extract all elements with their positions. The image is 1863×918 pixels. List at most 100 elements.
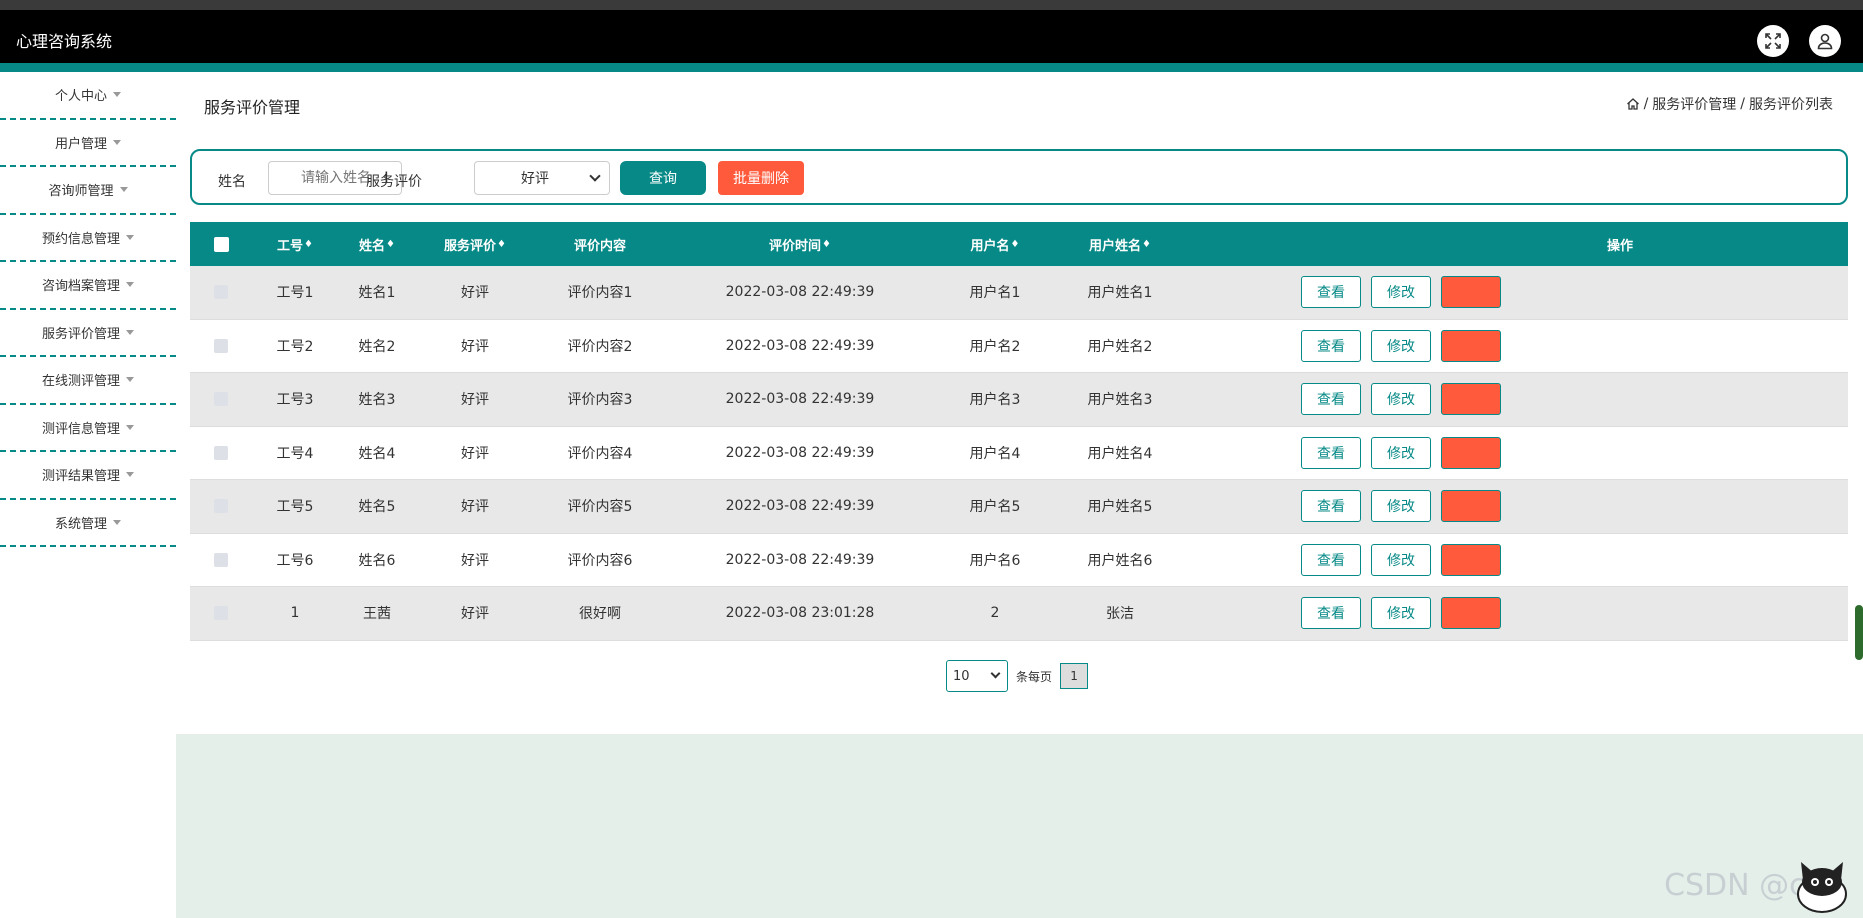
cell-shijian: 2022-03-08 22:49:39	[725, 551, 875, 568]
sort-icon: ♦	[386, 238, 395, 250]
sidebar-item-user-management[interactable]: 用户管理	[0, 120, 176, 167]
cell-yonghuxingming: 用户姓名1	[1087, 285, 1153, 302]
delete-button[interactable]: 删除	[1441, 597, 1501, 630]
caret-down-icon	[126, 472, 134, 478]
row-checkbox[interactable]	[214, 392, 228, 407]
view-button[interactable]: 查看	[1301, 543, 1361, 576]
breadcrumb-item-service-review[interactable]: 服务评价管理	[1652, 94, 1736, 114]
select-all-checkbox[interactable]	[213, 236, 229, 252]
delete-button[interactable]: 删除	[1441, 383, 1501, 416]
cell-yonghuxingming: 张洁	[1106, 606, 1134, 623]
view-button[interactable]: 查看	[1301, 276, 1361, 309]
action-group: 查看 修改 删除	[1301, 276, 1511, 309]
sidebar-item-label: 咨询档案管理	[41, 279, 120, 295]
cell-pingjia: 好评	[461, 499, 489, 516]
view-button[interactable]: 查看	[1301, 329, 1361, 362]
sidebar-item-label: 用户管理	[54, 136, 107, 152]
window-top-strip	[0, 0, 1863, 10]
sort-icon: ♦	[1142, 238, 1151, 250]
delete-button[interactable]: 删除	[1441, 490, 1501, 523]
cell-yonghuming: 用户名1	[969, 285, 1021, 302]
sidebar-item-service-review-management[interactable]: 服务评价管理	[0, 310, 176, 357]
caret-down-icon	[126, 234, 134, 240]
delete-button[interactable]: 删除	[1441, 276, 1501, 309]
header-username[interactable]: 用户名 ♦	[950, 222, 1040, 266]
cell-neirong: 评价内容3	[567, 392, 633, 409]
page-title: 服务评价管理	[204, 98, 301, 117]
header-label: 评价时间	[769, 238, 822, 254]
action-group: 查看 修改 删除	[1301, 329, 1511, 362]
edit-button[interactable]: 修改	[1371, 436, 1431, 469]
sidebar-item-assessment-result-management[interactable]: 测评结果管理	[0, 452, 176, 500]
sidebar-item-archive-management[interactable]: 咨询档案管理	[0, 262, 176, 310]
page-number-button[interactable]: 1	[1060, 663, 1089, 689]
edit-button[interactable]: 修改	[1371, 543, 1431, 576]
row-checkbox[interactable]	[214, 552, 228, 567]
sort-icon: ♦	[304, 238, 313, 250]
cell-pingjia: 好评	[461, 285, 489, 302]
table-header: 工号 ♦ 姓名 ♦ 服务评价 ♦ 评价内容 评价时间 ♦ 用户名 ♦ 用户姓名 ♦ 操作	[190, 222, 1848, 266]
query-button[interactable]: 查询	[620, 161, 706, 195]
cell-yonghuming: 用户名3	[969, 392, 1021, 409]
edit-button[interactable]: 修改	[1371, 329, 1431, 362]
view-button[interactable]: 查看	[1301, 436, 1361, 469]
row-checkbox[interactable]	[214, 445, 228, 460]
table-row: 工号3 姓名3 好评 评价内容3 2022-03-08 22:49:39 用户名3 用户姓名…	[190, 373, 1848, 427]
row-actions: 查看 修改 删除	[1296, 480, 1516, 533]
cell-xingming: 姓名2	[358, 338, 396, 355]
header-gonghao[interactable]: 工号 ♦	[260, 222, 330, 266]
home-icon[interactable]	[1626, 97, 1640, 111]
row-actions: 查看 修改 删除	[1296, 320, 1516, 373]
row-checkbox[interactable]	[214, 606, 228, 621]
header-user-fullname[interactable]: 用户姓名 ♦	[1060, 222, 1180, 266]
caret-down-icon	[126, 424, 134, 430]
header-content: 评价内容	[540, 222, 660, 266]
sidebar-item-online-assessment-management[interactable]: 在线测评管理	[0, 357, 176, 405]
row-select-cell	[200, 427, 242, 480]
row-actions: 查看 修改 删除	[1296, 373, 1516, 426]
table-row: 工号6 姓名6 好评 评价内容6 2022-03-08 22:49:39 用户名6 用户姓名…	[190, 533, 1848, 587]
user-button[interactable]	[1809, 25, 1841, 57]
edit-button[interactable]: 修改	[1371, 597, 1431, 630]
row-checkbox[interactable]	[214, 285, 228, 300]
scrollbar-thumb[interactable]	[1855, 605, 1863, 660]
edit-button[interactable]: 修改	[1371, 276, 1431, 309]
cell-gonghao: 工号6	[276, 552, 314, 569]
sidebar-item-counselor-management[interactable]: 咨询师管理	[0, 167, 176, 215]
delete-button[interactable]: 删除	[1441, 329, 1501, 362]
sidebar-item-label: 预约信息管理	[41, 231, 120, 247]
rating-select[interactable]: 好评	[474, 161, 610, 195]
caret-down-icon	[113, 519, 121, 525]
view-button[interactable]: 查看	[1301, 490, 1361, 523]
header-name[interactable]: 姓名 ♦	[342, 222, 412, 266]
row-checkbox[interactable]	[214, 338, 228, 353]
cell-yonghuxingming: 用户姓名5	[1087, 499, 1153, 516]
fullscreen-button[interactable]	[1757, 25, 1789, 57]
edit-button[interactable]: 修改	[1371, 383, 1431, 416]
header-time[interactable]: 评价时间 ♦	[720, 222, 880, 266]
header-label: 操作	[1606, 238, 1633, 254]
sidebar-item-label: 测评结果管理	[41, 469, 120, 485]
sidebar-item-personal-center[interactable]: 个人中心	[0, 72, 176, 120]
sidebar-item-assessment-info-management[interactable]: 测评信息管理	[0, 405, 176, 452]
batch-delete-button[interactable]: 批量删除	[718, 161, 804, 195]
cell-gonghao: 工号1	[276, 285, 314, 302]
view-button[interactable]: 查看	[1301, 597, 1361, 630]
table-row: 工号4 姓名4 好评 评价内容4 2022-03-08 22:49:39 用户名4 用户姓名…	[190, 426, 1848, 480]
row-checkbox[interactable]	[214, 499, 228, 514]
delete-button[interactable]: 删除	[1441, 436, 1501, 469]
page-size-select[interactable]: 10	[946, 660, 1008, 692]
table-row: 工号5 姓名5 好评 评价内容5 2022-03-08 22:49:39 用户名5 用户姓名…	[190, 480, 1848, 534]
cell-gonghao: 工号5	[276, 499, 314, 516]
edit-button[interactable]: 修改	[1371, 490, 1431, 523]
breadcrumb-separator: /	[1643, 96, 1649, 112]
sidebar-item-appointment-management[interactable]: 预约信息管理	[0, 215, 176, 262]
header-rating[interactable]: 服务评价 ♦	[420, 222, 530, 266]
cell-pingjia: 好评	[461, 338, 489, 355]
delete-button[interactable]: 删除	[1441, 543, 1501, 576]
main-content: 服务评价管理 / 服务评价管理 / 服务评价列表 姓名 I 服务评价 好评 查询…	[176, 72, 1863, 918]
cell-shijian: 2022-03-08 22:49:39	[725, 444, 875, 461]
view-button[interactable]: 查看	[1301, 383, 1361, 416]
sidebar-item-system-management[interactable]: 系统管理	[0, 500, 176, 547]
cell-xingming: 姓名5	[358, 499, 396, 516]
